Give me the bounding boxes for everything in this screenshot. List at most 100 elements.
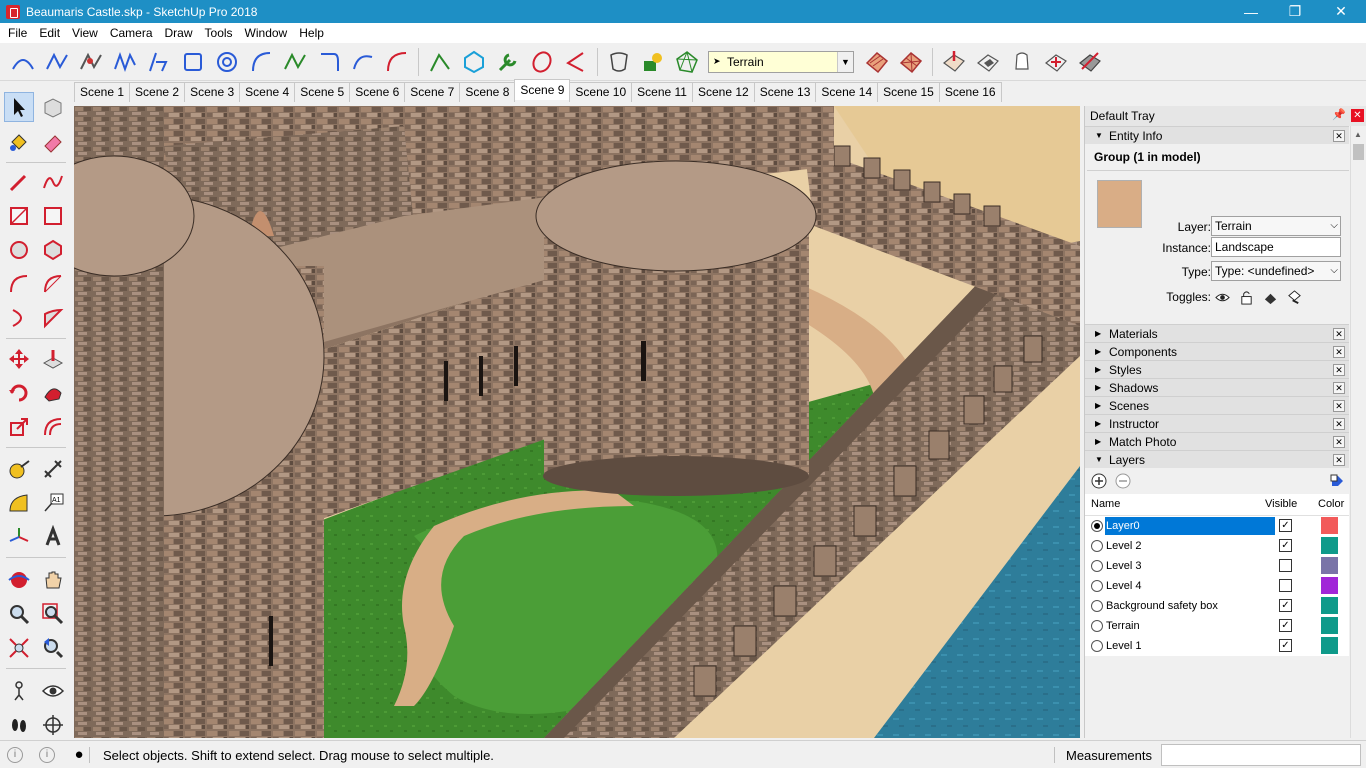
scene-tab[interactable]: Scene 14 — [815, 82, 879, 102]
scroll-up-icon[interactable]: ▲ — [1354, 130, 1362, 139]
orbit-icon[interactable] — [4, 565, 34, 595]
panel-close-icon[interactable]: ✕ — [1333, 418, 1345, 430]
fillet-icon[interactable] — [314, 47, 344, 77]
scene-tab[interactable]: Scene 8 — [459, 82, 516, 102]
panel-close-icon[interactable]: ✕ — [1333, 364, 1345, 376]
circle-shape-icon[interactable] — [212, 47, 242, 77]
menu-edit[interactable]: Edit — [33, 23, 66, 43]
two-point-arc-icon[interactable] — [38, 269, 68, 299]
active-layer-radio[interactable] — [1091, 640, 1103, 652]
protractor-icon[interactable] — [4, 488, 34, 518]
paint-tag-icon[interactable] — [638, 47, 668, 77]
polygon-icon[interactable] — [459, 47, 489, 77]
polygon-tool-icon[interactable] — [38, 235, 68, 265]
layer-name[interactable]: Level 1 — [1105, 637, 1275, 655]
bezier-tool-icon[interactable] — [76, 47, 106, 77]
ellipse-icon[interactable] — [527, 47, 557, 77]
zigzag-icon[interactable] — [280, 47, 310, 77]
three-point-arc-icon[interactable] — [4, 303, 34, 333]
visible-checkbox[interactable] — [1279, 559, 1292, 572]
menu-window[interactable]: Window — [239, 23, 294, 43]
tray-scrollbar[interactable]: ▲ — [1350, 126, 1366, 738]
eraser-icon[interactable] — [38, 127, 68, 157]
visible-checkbox[interactable]: ✓ — [1279, 619, 1292, 632]
scene-tab[interactable]: Scene 5 — [294, 82, 351, 102]
pan-hand-icon[interactable] — [38, 565, 68, 595]
rotate-icon[interactable] — [4, 378, 34, 408]
tray-close-icon[interactable]: ✕ — [1351, 109, 1364, 122]
section-plane-icon[interactable] — [38, 710, 68, 740]
panel-match-photo[interactable]: ▶ Match Photo ✕ — [1085, 432, 1349, 450]
material-swatch[interactable] — [1097, 180, 1142, 228]
layer-color-swatch[interactable] — [1321, 537, 1338, 554]
sandbox-from-contours-icon[interactable] — [862, 47, 892, 77]
circle-icon[interactable] — [4, 235, 34, 265]
panel-close-icon[interactable]: ✕ — [1333, 436, 1345, 448]
visible-checkbox[interactable]: ✓ — [1279, 639, 1292, 652]
zoom-window-icon[interactable] — [38, 599, 68, 629]
menu-camera[interactable]: Camera — [104, 23, 159, 43]
scrollbar-thumb[interactable] — [1353, 144, 1364, 160]
layer-row[interactable]: Level 3 — [1085, 556, 1349, 576]
rectangle-shape-icon[interactable] — [178, 47, 208, 77]
panel-layers[interactable]: ▼ Layers ✕ — [1085, 450, 1349, 468]
pencil-line-icon[interactable] — [4, 167, 34, 197]
select-arrow-icon[interactable] — [4, 92, 34, 122]
panel-close-icon[interactable]: ✕ — [1333, 454, 1345, 466]
scene-tab[interactable]: Scene 11 — [631, 82, 693, 102]
scene-tab[interactable]: Scene 4 — [239, 82, 296, 102]
layer-color-swatch[interactable] — [1321, 577, 1338, 594]
active-layer-radio[interactable] — [1091, 600, 1103, 612]
credits-icon[interactable]: i — [39, 746, 55, 763]
scene-tab[interactable]: Scene 12 — [691, 82, 755, 102]
follow-me-icon[interactable] — [38, 378, 68, 408]
3d-text-icon[interactable] — [38, 522, 68, 552]
layer-row[interactable]: Level 2 ✓ — [1085, 536, 1349, 556]
layer-color-swatch[interactable] — [1321, 517, 1338, 534]
smoove-icon[interactable] — [939, 47, 969, 77]
rectangle-icon[interactable] — [4, 201, 34, 231]
active-layer-radio[interactable] — [1091, 560, 1103, 572]
type-select[interactable]: Type: <undefined> ⌵ — [1211, 261, 1341, 281]
scene-tab[interactable]: Scene 1 — [74, 82, 131, 102]
move-icon[interactable] — [4, 344, 34, 374]
arc-curve-icon[interactable] — [8, 47, 38, 77]
triangle-arc-icon[interactable] — [561, 47, 591, 77]
minimize-button[interactable]: — — [1228, 0, 1274, 23]
close-button[interactable]: ✕ — [1318, 0, 1364, 23]
scene-tab[interactable]: Scene 3 — [184, 82, 241, 102]
3d-viewport[interactable] — [74, 106, 1080, 738]
active-layer-radio[interactable] — [1091, 620, 1103, 632]
geo-location-icon[interactable]: i — [7, 746, 23, 763]
position-camera-icon[interactable] — [4, 676, 34, 706]
make-component-icon[interactable] — [38, 92, 68, 122]
panel-close-icon[interactable]: ✕ — [1333, 382, 1345, 394]
zoom-icon[interactable] — [4, 599, 34, 629]
sandbox-from-scratch-icon[interactable] — [896, 47, 926, 77]
layer-name[interactable]: Background safety box — [1105, 597, 1275, 615]
panel-components[interactable]: ▶ Components ✕ — [1085, 342, 1349, 360]
arc-icon[interactable] — [4, 269, 34, 299]
scene-tab[interactable]: Scene 13 — [753, 82, 817, 102]
col-name-header[interactable]: Name — [1091, 498, 1120, 510]
layer-name[interactable]: Level 2 — [1105, 537, 1275, 555]
dimension-icon[interactable] — [38, 454, 68, 484]
col-visible-header[interactable]: Visible — [1265, 498, 1297, 510]
freehand-curve-icon[interactable] — [42, 47, 72, 77]
instance-field[interactable]: Landscape — [1211, 237, 1341, 257]
scene-tab[interactable]: Scene 10 — [569, 82, 633, 102]
layer-row[interactable]: Level 4 — [1085, 576, 1349, 596]
active-layer-radio[interactable] — [1091, 580, 1103, 592]
text-label-icon[interactable]: A1 — [38, 488, 68, 518]
flip-edge-icon[interactable] — [1075, 47, 1105, 77]
measurements-input[interactable] — [1161, 744, 1361, 766]
previous-view-icon[interactable] — [38, 633, 68, 663]
walk-footprints-icon[interactable] — [4, 710, 34, 740]
look-around-eye-icon[interactable] — [38, 676, 68, 706]
cast-shadows-icon[interactable] — [1285, 288, 1303, 306]
panel-instructor[interactable]: ▶ Instructor ✕ — [1085, 414, 1349, 432]
scene-tab[interactable]: Scene 16 — [938, 82, 1002, 102]
layer-color-swatch[interactable] — [1321, 597, 1338, 614]
menu-file[interactable]: File — [2, 23, 33, 43]
visible-checkbox[interactable] — [1279, 579, 1292, 592]
